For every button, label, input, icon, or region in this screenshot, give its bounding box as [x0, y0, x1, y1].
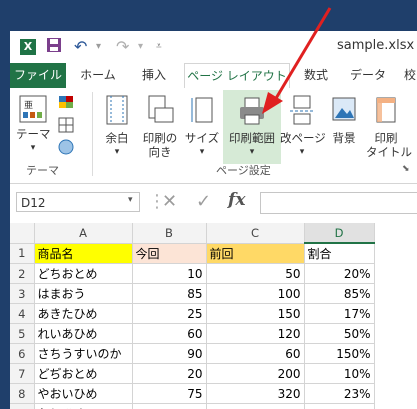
annotation-arrow [262, 7, 332, 114]
